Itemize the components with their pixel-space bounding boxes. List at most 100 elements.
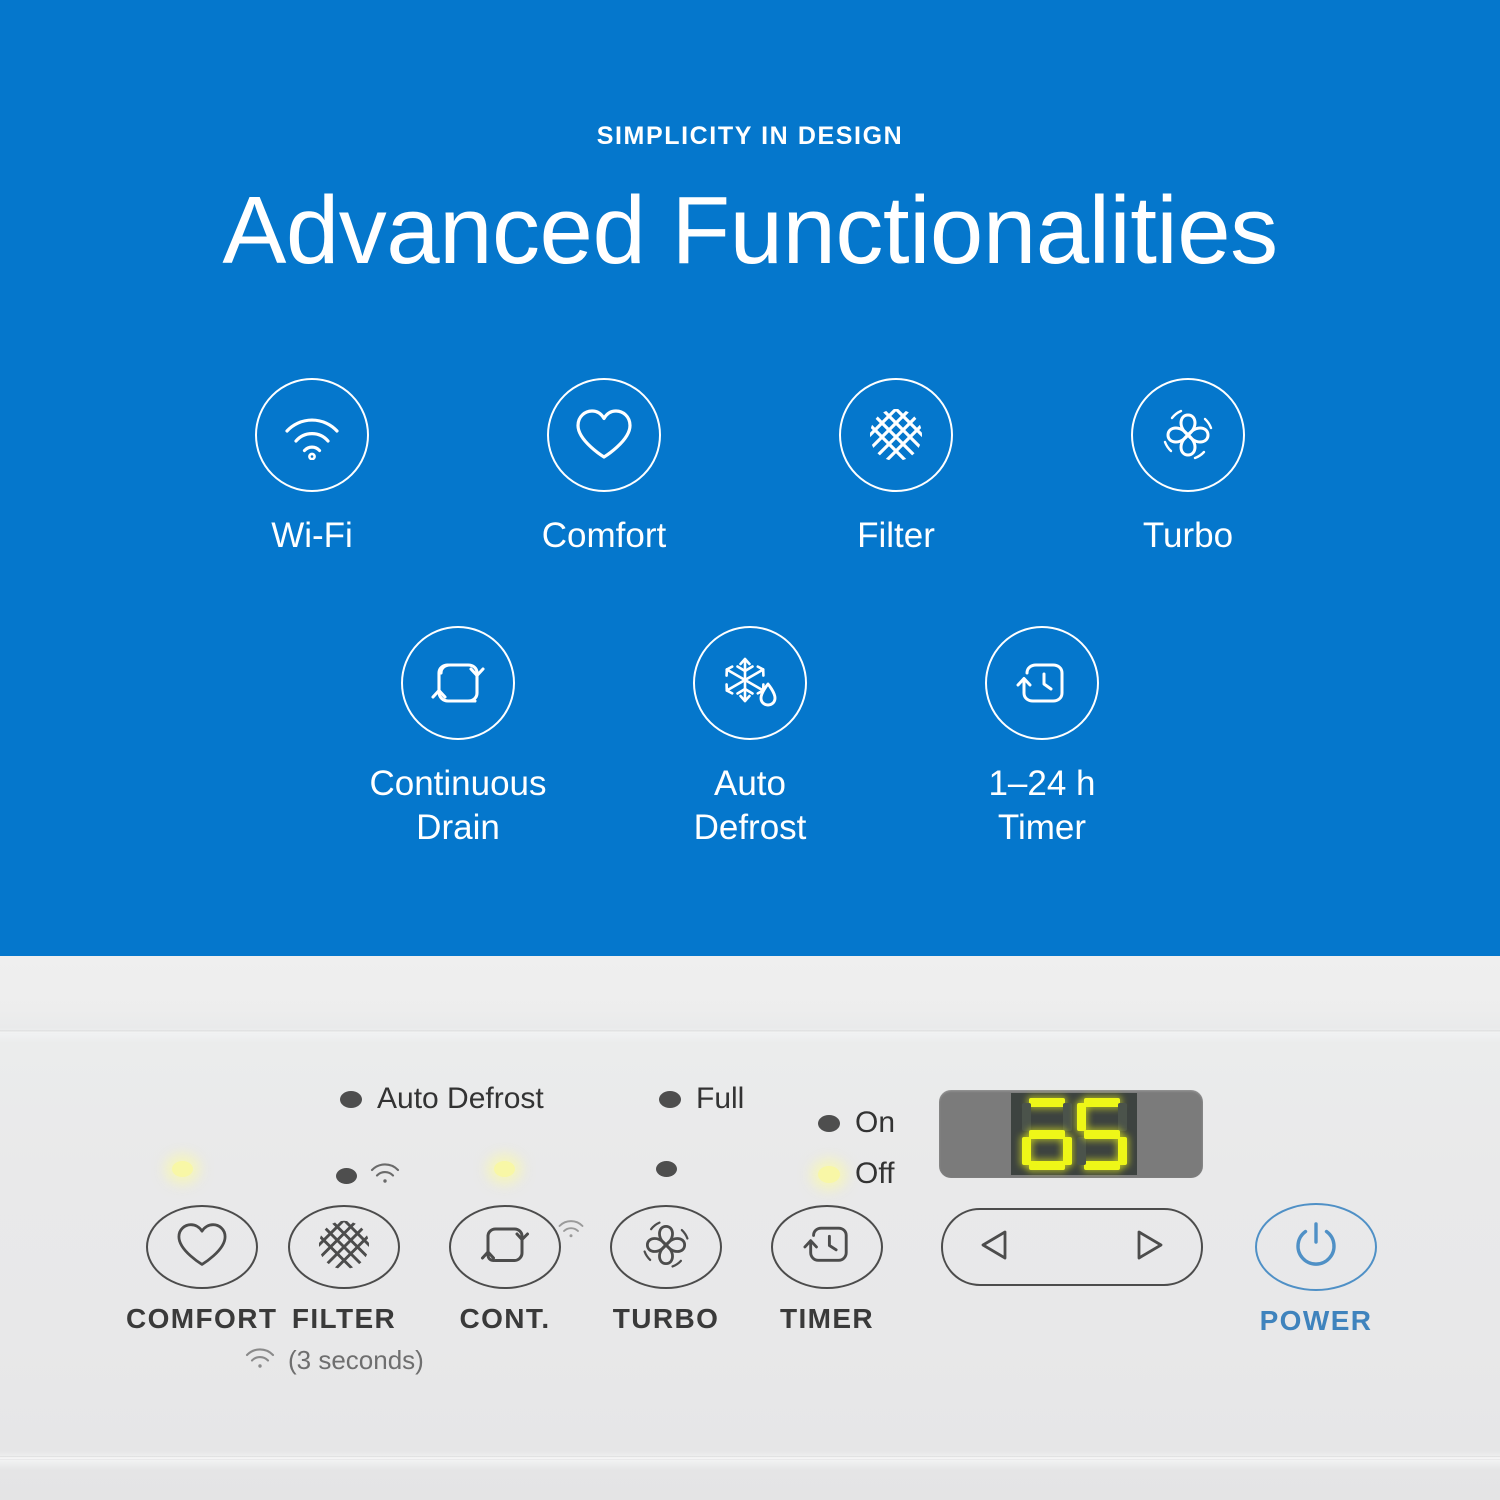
cont-button[interactable]: CONT. — [449, 1205, 584, 1335]
filter-mesh-icon — [316, 1219, 372, 1276]
button-face[interactable] — [145, 1205, 258, 1289]
indicator-full: Full — [659, 1082, 744, 1116]
wifi-icon — [244, 1346, 276, 1375]
feature-icon-ring — [547, 378, 661, 492]
value-rocker[interactable] — [941, 1208, 1203, 1286]
indicator-label: Off — [855, 1157, 895, 1190]
segment-f — [1021, 1103, 1031, 1131]
indicator-off: Off — [818, 1157, 894, 1191]
feature-wifi: Wi-Fi — [166, 378, 458, 558]
feature-label: 1–24 h Timer — [988, 764, 1096, 847]
button-face[interactable] — [1255, 1203, 1377, 1291]
feature-comfort: Comfort — [458, 378, 750, 558]
clock-loop-icon — [798, 1221, 856, 1274]
button-label: POWER — [1259, 1305, 1373, 1336]
led-digit-ones — [1076, 1098, 1127, 1170]
feature-label: Filter — [857, 516, 935, 555]
indicator-on: On — [818, 1106, 895, 1140]
triangle-left-icon[interactable] — [977, 1227, 1011, 1268]
heart-icon — [574, 408, 634, 462]
segment-b — [1117, 1103, 1127, 1131]
led-window — [1011, 1093, 1137, 1175]
feature-icon-ring — [985, 626, 1099, 740]
filter-mesh-icon — [867, 406, 925, 464]
button-face[interactable] — [771, 1205, 883, 1289]
segment-d — [1083, 1161, 1120, 1170]
indicator-led-full — [659, 1090, 681, 1108]
continuous-loop-icon — [428, 659, 488, 707]
power-button[interactable]: POWER — [1255, 1203, 1377, 1337]
wifi-icon — [369, 1161, 401, 1190]
button-led-wifi — [336, 1161, 401, 1190]
feature-label: Continuous Drain — [369, 764, 547, 847]
eyebrow-text: SIMPLICITY IN DESIGN — [596, 122, 904, 150]
button-label: TURBO — [612, 1303, 720, 1334]
page-title: Advanced Functionalities — [222, 177, 1278, 284]
led-indicator — [656, 1161, 677, 1177]
segment-g — [1083, 1130, 1120, 1139]
hint-text: (3 seconds) — [288, 1345, 424, 1375]
button-face[interactable] — [288, 1205, 400, 1289]
heart-icon — [174, 1221, 230, 1274]
button-label: TIMER — [779, 1303, 875, 1334]
feature-label: Turbo — [1142, 516, 1234, 555]
feature-icon-ring — [1131, 378, 1245, 492]
indicator-led-on — [818, 1114, 840, 1132]
comfort-button[interactable]: COMFORT — [126, 1205, 277, 1335]
clock-loop-icon — [1013, 657, 1071, 709]
feature-auto-defrost: Auto Defrost — [604, 626, 896, 850]
indicator-label: On — [855, 1106, 896, 1139]
hero-panel: SIMPLICITY IN DESIGN Advanced Functional… — [0, 0, 1500, 956]
feature-icon-ring — [693, 626, 807, 740]
wifi-hold-hint: (3 seconds) — [244, 1345, 424, 1376]
wifi-icon — [557, 1219, 585, 1244]
segment-b — [1062, 1103, 1072, 1131]
button-label: FILTER — [291, 1303, 397, 1334]
panel-bevel-top — [0, 1030, 1500, 1033]
feature-timer: 1–24 h Timer — [896, 626, 1188, 850]
panel-bevel-bottom — [0, 1456, 1500, 1460]
feature-continuous-drain: Continuous Drain — [312, 626, 604, 850]
indicator-label: Auto Defrost — [377, 1082, 544, 1115]
fan-icon — [638, 1218, 694, 1277]
button-label: COMFORT — [126, 1303, 278, 1334]
feature-row-2: Continuous Drain Auto Defrost 1–24 h Tim… — [0, 626, 1500, 850]
feature-label: Wi-Fi — [271, 516, 353, 555]
segment-a — [1083, 1098, 1120, 1107]
button-face[interactable] — [610, 1205, 722, 1289]
feature-row-1: Wi-Fi Comfort Filter Turbo — [0, 378, 1500, 558]
led-indicator — [172, 1161, 193, 1177]
feature-icon-ring — [401, 626, 515, 740]
button-led-comfort — [172, 1161, 193, 1177]
feature-icon-ring — [255, 378, 369, 492]
feature-icon-ring — [839, 378, 953, 492]
feature-turbo: Turbo — [1042, 378, 1334, 558]
continuous-loop-icon — [474, 1223, 536, 1272]
button-label: CONT. — [459, 1303, 551, 1334]
feature-filter: Filter — [750, 378, 1042, 558]
feature-label: Comfort — [541, 516, 667, 555]
filter-button[interactable]: FILTER — [288, 1205, 400, 1335]
indicator-led-off — [818, 1165, 840, 1183]
snowflake-drop-icon — [720, 654, 780, 712]
indicator-label: Full — [696, 1082, 745, 1115]
segment-d — [1028, 1161, 1065, 1170]
led-digit-tens — [1021, 1098, 1072, 1170]
segment-f — [1076, 1103, 1086, 1131]
segment-e — [1021, 1137, 1031, 1165]
led-indicator — [336, 1167, 357, 1184]
wifi-icon — [281, 410, 343, 460]
indicator-auto-defrost: Auto Defrost — [340, 1082, 544, 1116]
power-icon — [1289, 1218, 1343, 1277]
indicator-led-auto-defrost — [340, 1090, 362, 1108]
timer-button[interactable]: TIMER — [771, 1205, 883, 1335]
triangle-right-icon[interactable] — [1133, 1227, 1167, 1268]
button-led-turbo — [656, 1161, 677, 1177]
button-face[interactable] — [449, 1205, 561, 1289]
fan-icon — [1159, 406, 1217, 464]
turbo-button[interactable]: TURBO — [610, 1205, 722, 1335]
segment-g — [1028, 1130, 1065, 1139]
button-led-cont — [494, 1161, 515, 1177]
humidity-display: 35 — [939, 1090, 1203, 1178]
segment-e — [1076, 1137, 1086, 1165]
